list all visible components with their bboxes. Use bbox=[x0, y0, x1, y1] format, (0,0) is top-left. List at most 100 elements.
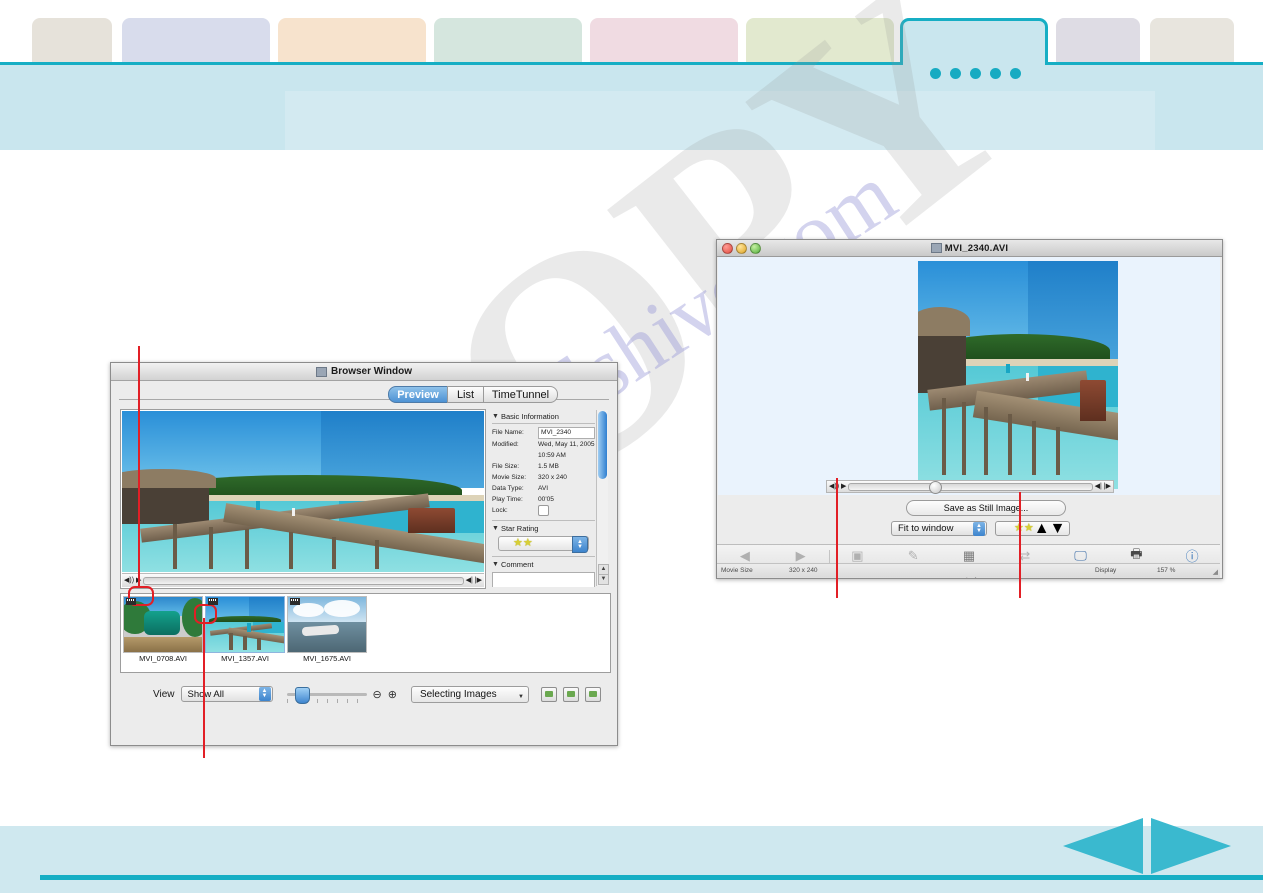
export-icon[interactable] bbox=[540, 686, 557, 702]
info-key: Movie Size: bbox=[492, 474, 527, 481]
arrow-left-icon: ◀ bbox=[739, 547, 750, 563]
zoom-icon[interactable] bbox=[750, 243, 761, 254]
magnifier-minus-icon[interactable]: ⊖ bbox=[373, 688, 382, 701]
viewer-scrub-track[interactable] bbox=[848, 480, 1093, 494]
manual-tab-6[interactable] bbox=[746, 18, 894, 62]
star-stepper[interactable]: ▲▼ bbox=[1034, 520, 1066, 538]
minimize-icon[interactable] bbox=[736, 243, 747, 254]
filename-input[interactable]: MVI_2340 bbox=[538, 427, 595, 439]
save-icon: ▣ bbox=[851, 547, 864, 563]
popup-stepper-icon[interactable]: ▲ ▼ bbox=[973, 522, 985, 536]
triangle-left-icon[interactable] bbox=[1063, 818, 1143, 874]
thumbnail-item-selected[interactable]: MVI_1357.AVI bbox=[205, 596, 285, 669]
info-key: Play Time: bbox=[492, 496, 523, 503]
chevron-down-icon[interactable]: ▼ bbox=[518, 694, 524, 700]
page-dot bbox=[970, 68, 981, 79]
comment-header[interactable]: ▼ Comment bbox=[492, 560, 595, 569]
share-icon[interactable] bbox=[584, 686, 601, 702]
preview-image bbox=[122, 411, 484, 572]
thumbnail-size-slider[interactable] bbox=[286, 686, 367, 704]
save-as-still-image-button[interactable]: Save as Still Image... bbox=[906, 500, 1066, 516]
manual-header-inner-panel bbox=[285, 91, 1155, 150]
viewer-star-rating[interactable]: ★ ★ ▲▼ bbox=[995, 520, 1070, 538]
info-icon: ⓘ bbox=[1185, 549, 1199, 564]
movie-size-label: Movie Size bbox=[721, 567, 753, 574]
magnifier-plus-icon[interactable]: ⊕ bbox=[388, 688, 397, 701]
view-popup[interactable]: Show All ▲ ▼ bbox=[180, 686, 273, 702]
arrow-right-icon: ▶ bbox=[795, 547, 806, 563]
star-icon: ★ bbox=[513, 537, 523, 549]
preview-scrub-track[interactable] bbox=[143, 576, 464, 585]
fit-to-window-popup[interactable]: Fit to window ▲ ▼ bbox=[891, 521, 987, 536]
info-value: 320 x 240 bbox=[538, 474, 567, 481]
viewer-window: MVI_2340.AVI ◀)) ▶ ◀| |▶ Save as Still I… bbox=[716, 239, 1223, 579]
thumbnail-item[interactable]: MVI_1675.AVI bbox=[287, 596, 367, 669]
download-icon[interactable] bbox=[562, 686, 579, 702]
viewer-player-controls[interactable]: ◀)) ▶ ◀| |▶ bbox=[826, 480, 1114, 494]
info-value: 1.5 MB bbox=[538, 463, 559, 470]
speaker-icon[interactable]: ◀)) bbox=[124, 577, 134, 584]
window-icon bbox=[315, 366, 327, 377]
popup-stepper-icon[interactable]: ▲ ▼ bbox=[258, 687, 271, 701]
manual-tab-4[interactable] bbox=[434, 18, 582, 62]
disclosure-triangle-icon[interactable]: ▼ bbox=[492, 561, 499, 568]
info-value: AVI bbox=[538, 485, 549, 492]
step-back-icon[interactable]: ◀| bbox=[1095, 483, 1102, 490]
basic-information-pane: ▼ Basic Information File Name: MVI_2340 … bbox=[489, 409, 609, 587]
disclosure-triangle-icon[interactable]: ▼ bbox=[492, 413, 499, 420]
fullscreen-icon: 🖵 bbox=[1074, 547, 1087, 563]
triangle-right-icon[interactable] bbox=[1151, 818, 1231, 874]
play-icon[interactable]: ▶ bbox=[841, 483, 846, 490]
star-stepper[interactable]: ▲▼ bbox=[572, 536, 588, 553]
manual-tab-1[interactable] bbox=[32, 18, 112, 62]
edit-icon: ✎ bbox=[907, 547, 919, 563]
browser-window: Browser Window Preview List TimeTunnel ◀… bbox=[110, 362, 618, 746]
selecting-images-button[interactable]: Selecting Images ▼ bbox=[410, 685, 529, 703]
basic-information-label: Basic Information bbox=[500, 412, 559, 421]
manual-tab-9[interactable] bbox=[1150, 18, 1234, 62]
info-scrollbar[interactable]: ▲ ▼ bbox=[596, 410, 609, 586]
tab-preview[interactable]: Preview bbox=[388, 386, 448, 403]
info-row-moviesize: Movie Size: 320 x 240 bbox=[492, 472, 595, 483]
step-forward-icon[interactable]: |▶ bbox=[475, 577, 482, 584]
step-back-icon[interactable]: ◀| bbox=[466, 577, 473, 584]
step-forward-icon[interactable]: |▶ bbox=[1104, 483, 1111, 490]
comment-label: Comment bbox=[500, 560, 534, 569]
scroll-down-arrow-icon[interactable]: ▼ bbox=[598, 574, 609, 585]
window-controls[interactable] bbox=[722, 243, 761, 254]
star-rating-header[interactable]: ▼ Star Rating bbox=[492, 524, 595, 533]
scrub-knob[interactable] bbox=[929, 480, 943, 494]
lock-checkbox[interactable] bbox=[538, 505, 549, 516]
manual-header-band bbox=[0, 62, 1263, 150]
divider bbox=[492, 520, 595, 521]
display-value: 157 % bbox=[1157, 567, 1176, 574]
scrollbar-thumb[interactable] bbox=[598, 411, 607, 479]
disclosure-triangle-icon[interactable]: ▼ bbox=[492, 525, 499, 532]
close-icon[interactable] bbox=[722, 243, 733, 254]
page-dot bbox=[950, 68, 961, 79]
info-key: Modified: bbox=[492, 441, 519, 448]
info-row-filesize: File Size: 1.5 MB bbox=[492, 461, 595, 472]
manual-tab-3[interactable] bbox=[278, 18, 426, 62]
info-value: Wed, May 11, 2005 10:59 AM bbox=[538, 441, 595, 459]
manual-tab-5[interactable] bbox=[590, 18, 738, 62]
thumbnail-item[interactable]: MVI_0708.AVI bbox=[123, 596, 203, 669]
printer-icon: 🖶 bbox=[1130, 545, 1143, 561]
manual-tab-8[interactable] bbox=[1056, 18, 1140, 62]
star-rating-label: Star Rating bbox=[500, 524, 539, 533]
slider-knob[interactable] bbox=[294, 686, 310, 704]
resize-grip-icon[interactable]: ◢ bbox=[1213, 568, 1218, 576]
manual-footer-rule bbox=[40, 875, 1263, 880]
browser-window-body: Preview List TimeTunnel ◀)) ◀| |▶ ▼ Basi… bbox=[111, 381, 617, 745]
document-icon bbox=[930, 243, 942, 253]
manual-tab-2[interactable] bbox=[122, 18, 270, 62]
star-rating-control[interactable]: ★ ★ ▲ ▼ bbox=[498, 536, 589, 553]
tab-list[interactable]: List bbox=[447, 386, 484, 403]
preview-player-controls[interactable]: ◀)) ▶ ◀| |▶ bbox=[122, 573, 484, 587]
tab-timetunnel[interactable]: TimeTunnel bbox=[483, 386, 558, 403]
fit-popup-value: Fit to window bbox=[898, 523, 954, 534]
viewer-body: ◀)) ▶ ◀| |▶ Save as Still Image... Fit t… bbox=[717, 257, 1222, 578]
basic-information-header[interactable]: ▼ Basic Information bbox=[492, 412, 595, 421]
movie-clip-icon bbox=[208, 598, 218, 605]
comment-input[interactable] bbox=[492, 572, 595, 587]
